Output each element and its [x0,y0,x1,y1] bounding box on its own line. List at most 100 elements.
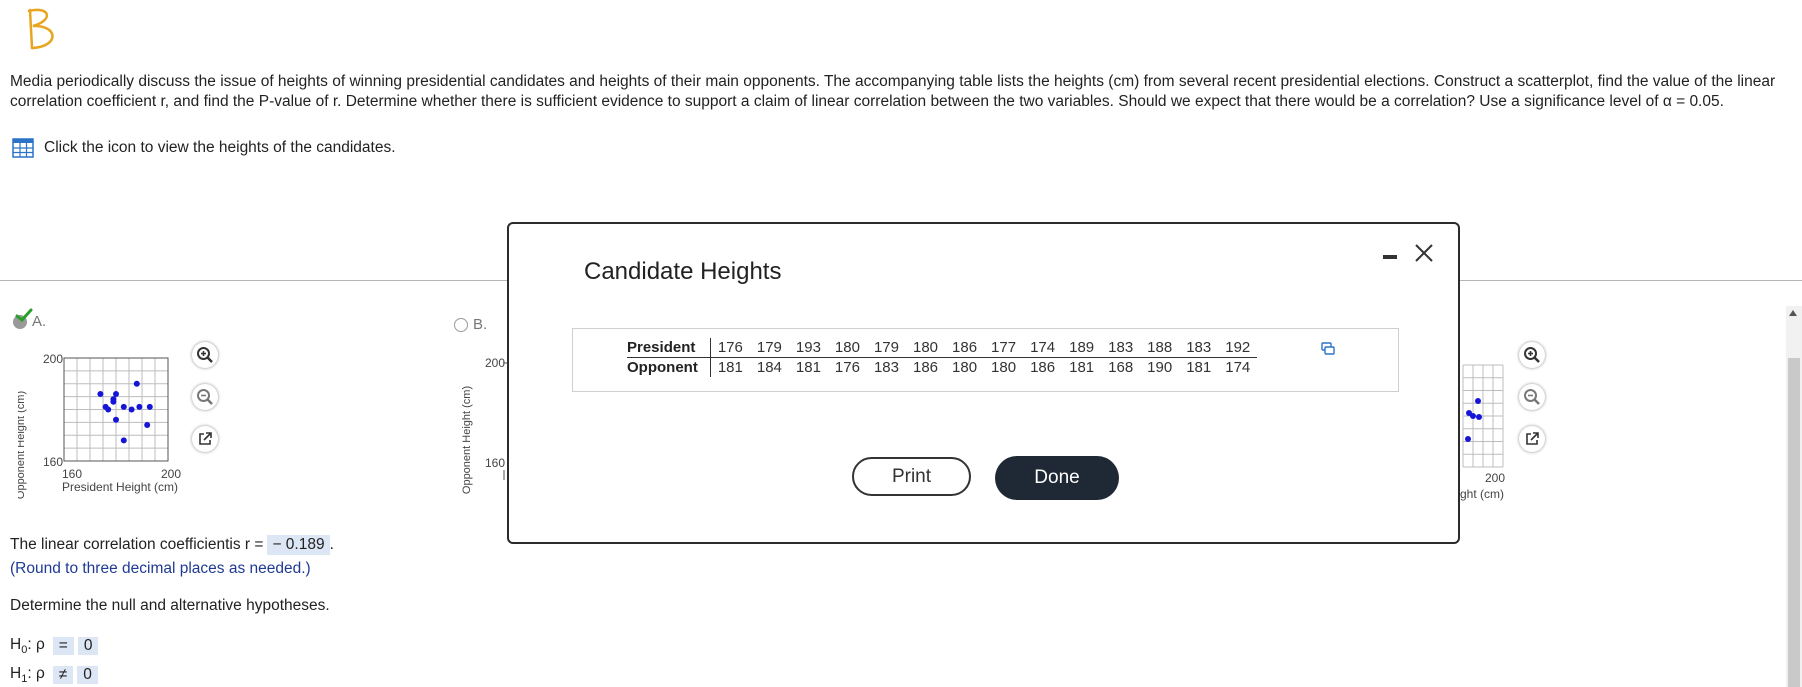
opponent-cell: 180 [991,359,1017,376]
opponent-cell: 180 [952,359,978,376]
scatterplot-a: Opponent Height (cm) 200 160 160 200 Pre… [18,352,181,499]
choice-b-label: B. [473,316,488,333]
president-cell: 180 [905,338,946,358]
table-link[interactable]: Click the icon to view the heights of th… [12,138,396,158]
h1-value-input[interactable]: 0 [77,666,98,685]
h0-value-input[interactable]: 0 [77,637,99,656]
plot-d-x-tick-200: 200 [1485,471,1505,485]
close-icon[interactable] [1413,242,1435,264]
copy-icon[interactable] [1321,342,1335,356]
print-button[interactable]: Print [852,457,971,496]
r-prefix: The linear correlation coefficientis r = [10,536,264,553]
table-row-opponent: Opponent 181 184 181 176 183 186 180 180… [627,357,1257,377]
zoom-in-button-a[interactable] [192,342,218,368]
plot-b-y-label: Opponent Height (cm) [461,386,473,494]
president-cell: 179 [866,338,906,358]
r-value-input[interactable]: − 0.189 [267,535,330,555]
plot-a-point [128,406,135,413]
zoom-in-icon [197,347,213,363]
zoom-out-button-a[interactable] [192,384,218,410]
table-icon[interactable] [12,138,34,158]
scroll-up-arrow[interactable] [1789,310,1797,316]
zoom-in-icon [1524,347,1540,363]
choice-b-radio[interactable] [454,317,468,332]
plot-a-point [110,398,117,405]
dialog-title: Candidate Heights [584,258,782,285]
h1-label: H1: ρ [10,665,45,686]
opponent-cell: 183 [873,359,899,376]
external-link-icon [1526,432,1539,445]
plot-a-x-tick-200: 200 [161,467,181,481]
opponent-cell: 186 [912,359,939,376]
scatterplot-b: Opponent Height (cm) 200 160 [461,356,510,494]
candidate-heights-dialog: Candidate Heights President 176 179 193 … [507,222,1460,544]
choice-a-label: A. [32,313,47,330]
president-cell: 180 [827,338,867,358]
plot-a-point [97,391,104,398]
president-cell: 183 [1179,338,1219,358]
plot-a-point [120,403,127,410]
president-cell: 177 [984,338,1024,358]
h0-line: H0: ρ = 0 [10,636,99,657]
heights-table: President 176 179 193 180 179 180 186 17… [627,338,1258,377]
plot-a-point [144,421,151,428]
zoom-in-button-d[interactable] [1519,342,1545,368]
plot-a-points [97,380,153,444]
plot-d-point [1475,398,1481,404]
plot-a-point [146,403,153,410]
opponent-cell: 176 [834,359,860,376]
opponent-cell: 181 [1186,359,1212,376]
plot-d-point [1470,413,1476,419]
plot-b-y-tick-160: 160 [485,456,505,470]
opponent-cell: 181 [717,359,743,376]
r-suffix: . [329,536,334,553]
plot-a-x-label: President Height (cm) [62,480,178,494]
plot-a-point [113,416,119,423]
plot-a-point [133,380,140,387]
president-cell: 192 [1218,338,1258,358]
plot-a-y-label: Opponent Height (cm) [18,391,27,499]
heights-table-frame: President 176 179 193 180 179 180 186 17… [572,328,1399,392]
opponent-cell: 190 [1147,359,1173,376]
president-cell: 186 [945,338,985,358]
zoom-out-button-d[interactable] [1519,384,1545,410]
row-label-president: President [627,338,711,358]
president-cell: 189 [1062,338,1102,358]
plot-b-y-tick-200: 200 [485,356,505,370]
opponent-cell: 168 [1108,359,1134,376]
opponent-cell: 181 [1069,359,1095,376]
plot-a-point [113,391,119,398]
plot-d-point [1476,414,1482,420]
choice-b[interactable]: B. [454,316,487,333]
popout-button-a[interactable] [192,426,218,452]
round-hint: (Round to three decimal places as needed… [10,560,311,577]
scrollbar-thumb[interactable] [1788,358,1800,687]
plot-a-y-tick-160: 160 [43,455,63,469]
president-cell: 179 [749,338,789,358]
opponent-cell: 174 [1225,359,1251,376]
plot-a-point [136,403,143,410]
popout-button-d[interactable] [1519,426,1545,452]
zoom-out-icon [197,389,213,405]
opponent-cell: 184 [756,359,782,376]
h1-symbol-select[interactable]: ≠ [52,666,74,685]
check-icon [15,308,33,322]
external-link-icon [199,432,212,445]
plot-a-y-tick-200: 200 [43,352,63,366]
problem-text: Media periodically discuss the issue of … [10,73,1776,110]
minimize-icon[interactable] [1383,255,1397,259]
opponent-cell: 181 [795,359,821,376]
table-row-president: President 176 179 193 180 179 180 186 17… [627,338,1258,358]
h0-symbol-select[interactable]: = [52,637,74,656]
zoom-out-icon [1524,389,1540,405]
president-cell: 183 [1101,338,1141,358]
table-link-label[interactable]: Click the icon to view the heights of th… [44,139,396,157]
plot-a-point [120,437,127,444]
president-cell: 193 [788,338,828,358]
president-cell: 174 [1023,338,1063,358]
row-label-opponent: Opponent [627,357,711,377]
h1-line: H1: ρ ≠ 0 [10,665,98,685]
h0-label: H0: ρ [10,636,45,657]
plot-a-grid [63,357,169,462]
done-button[interactable]: Done [995,456,1119,500]
